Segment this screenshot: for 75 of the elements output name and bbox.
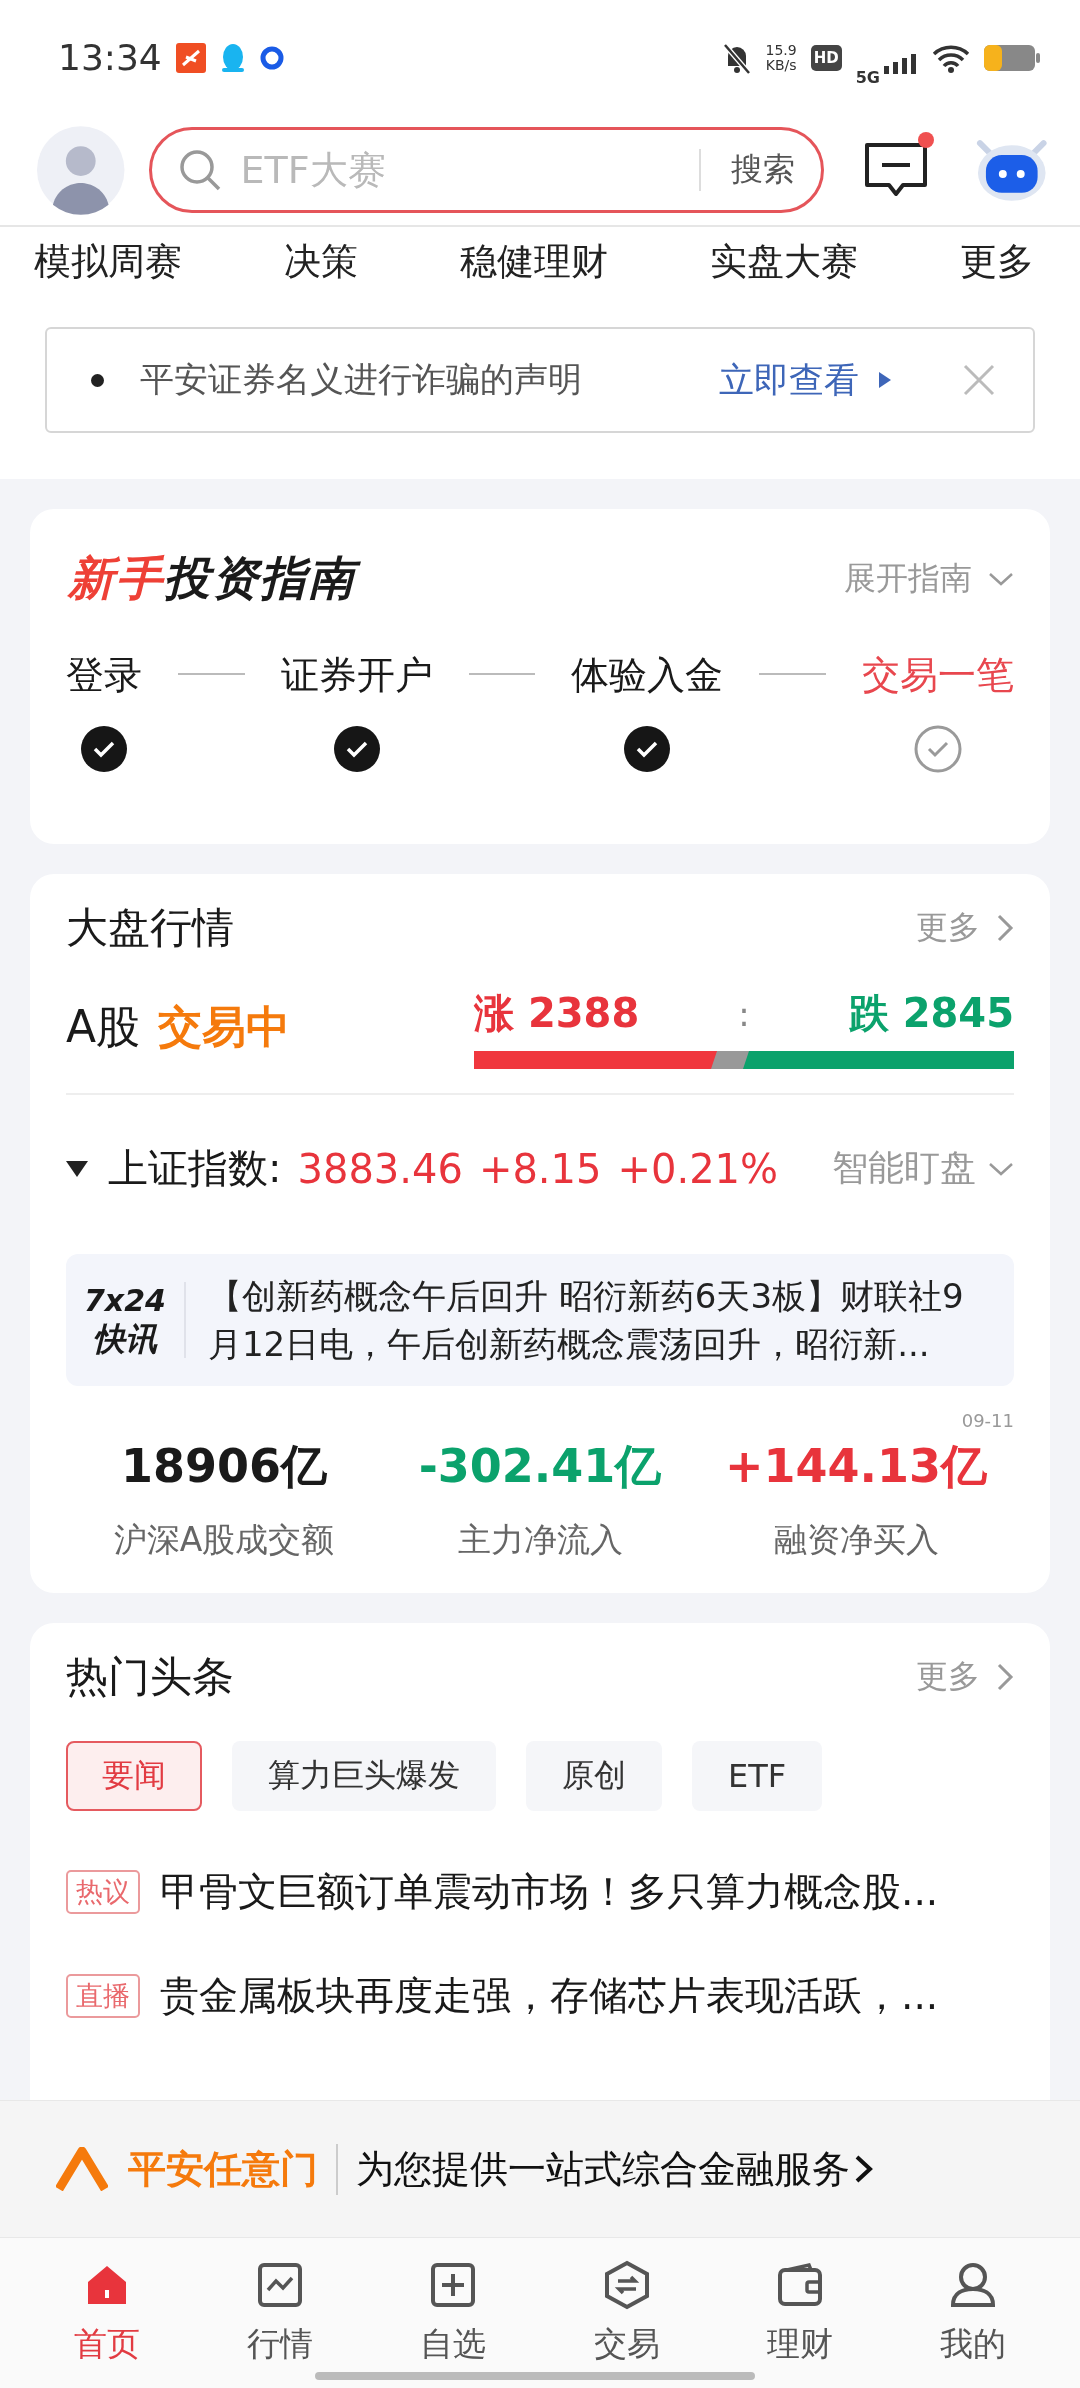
step-label[interactable]: 体验入金 bbox=[571, 650, 724, 702]
chart-icon bbox=[255, 2260, 305, 2310]
stat-date: 09-11 bbox=[961, 1410, 1014, 1431]
chevron-right-icon bbox=[996, 913, 1014, 943]
stat-value: -302.41亿 bbox=[418, 1438, 662, 1495]
hd-badge: HD bbox=[810, 44, 842, 71]
chevron-down-icon bbox=[988, 570, 1014, 587]
trading-status: 交易中 bbox=[158, 1001, 291, 1052]
avatar[interactable] bbox=[36, 125, 126, 215]
filter-tab[interactable]: 算力巨头爆发 bbox=[232, 1741, 496, 1811]
app-notification-icon bbox=[175, 42, 206, 73]
ratio-separator: : bbox=[738, 993, 750, 1034]
muted-bell-icon bbox=[721, 41, 752, 74]
filter-tab[interactable]: 要闻 bbox=[66, 1741, 202, 1811]
nav-tab[interactable]: 自选 bbox=[383, 2238, 524, 2388]
flash-badge-bottom: 快讯 bbox=[93, 1320, 157, 1358]
headline-link[interactable]: 甲骨文巨额订单震动市场！多只算力概念股... bbox=[160, 1865, 939, 1919]
chevron-right-icon bbox=[854, 2154, 874, 2184]
category-link[interactable]: 决策 bbox=[284, 237, 358, 287]
signal-icon bbox=[884, 51, 918, 74]
index-change: +8.15 bbox=[478, 1145, 602, 1192]
nav-tab[interactable]: 理财 bbox=[729, 2238, 870, 2388]
network-speed: 15.9 KB/s bbox=[765, 42, 797, 73]
guide-title: 新手投资指南 bbox=[66, 547, 368, 611]
step-label[interactable]: 登录 bbox=[66, 650, 142, 702]
nav-tab[interactable]: 交易 bbox=[556, 2238, 697, 2388]
headline-link[interactable]: 贵金属板块再度走强，存储芯片表现活跃，... bbox=[160, 1969, 939, 2023]
brand-name: 平安任意门 bbox=[128, 2143, 338, 2195]
index-name: 上证指数: bbox=[108, 1144, 282, 1193]
penguin-icon bbox=[219, 42, 246, 73]
news-tag: 直播 bbox=[66, 1974, 140, 2018]
network-type: 5G bbox=[855, 68, 880, 87]
peak-logo-icon bbox=[56, 2147, 108, 2191]
decliners-count: 跌 2845 bbox=[848, 989, 1014, 1038]
stat-label: 主力净流入 bbox=[456, 1519, 624, 1561]
play-triangle-icon bbox=[879, 372, 891, 388]
chevron-down-icon bbox=[988, 1160, 1014, 1177]
bullet-dot bbox=[91, 373, 104, 387]
category-link[interactable]: 实盘大赛 bbox=[710, 237, 858, 287]
category-link[interactable]: 稳健理财 bbox=[460, 237, 608, 287]
section-title: 热门头条 bbox=[66, 1651, 234, 1703]
index-value: 3883.46 bbox=[297, 1145, 463, 1192]
flash-news-text: 【创新药概念午后回升 昭衍新药6天3板】财联社9月12日电，午后创新药概念震荡回升，昭衍新... bbox=[208, 1275, 965, 1366]
search-button[interactable]: 搜索 bbox=[717, 148, 796, 192]
section-title: 大盘行情 bbox=[66, 902, 234, 954]
search-icon bbox=[178, 148, 223, 192]
flash-news-panel[interactable]: 7x24 快讯 【创新药概念午后回升 昭衍新药6天3板】财联社9月12日电，午后创新药概念震荡回升，昭衍新... bbox=[66, 1254, 1014, 1386]
promo-link[interactable]: 为您提供一站式综合金融服务 bbox=[356, 2143, 874, 2195]
stat-value: +144.13亿 bbox=[724, 1438, 988, 1495]
news-tag: 热议 bbox=[66, 1870, 140, 1914]
clock: 13:34 bbox=[58, 37, 162, 78]
stat-value: 18906亿 bbox=[120, 1438, 327, 1495]
search-field[interactable]: ETF大赛 搜索 bbox=[149, 127, 825, 213]
ring-icon bbox=[259, 45, 284, 70]
collapse-triangle-icon[interactable] bbox=[66, 1160, 88, 1177]
advancers-count: 涨 2388 bbox=[474, 989, 640, 1038]
nav-tab[interactable]: 首页 bbox=[36, 2238, 177, 2388]
stat-label: 融资净买入 bbox=[772, 1519, 940, 1561]
step-label[interactable]: 交易一笔 bbox=[862, 650, 1014, 702]
flash-badge-top: 7x24 bbox=[84, 1282, 166, 1320]
step-label[interactable]: 证券开户 bbox=[280, 650, 433, 702]
nav-tab[interactable]: 我的 bbox=[903, 2238, 1044, 2388]
market-label: A股 bbox=[66, 1001, 141, 1052]
stat-label: 沪深A股成交额 bbox=[112, 1519, 336, 1561]
category-link[interactable]: 更多 bbox=[960, 237, 1034, 287]
battery-icon bbox=[984, 44, 1040, 71]
nav-tab[interactable]: 行情 bbox=[210, 2238, 350, 2388]
notice-text[interactable]: 平安证券名义进行诈骗的声明 bbox=[140, 357, 719, 403]
message-icon[interactable] bbox=[864, 142, 929, 198]
index-percent: +0.21% bbox=[617, 1145, 779, 1192]
chevron-right-icon bbox=[996, 1662, 1014, 1692]
filter-tab[interactable]: 原创 bbox=[526, 1741, 662, 1811]
view-now-link[interactable]: 立即查看 bbox=[719, 356, 891, 404]
filter-tab[interactable]: ETF bbox=[692, 1741, 823, 1811]
category-link[interactable]: 模拟周赛 bbox=[34, 237, 182, 287]
